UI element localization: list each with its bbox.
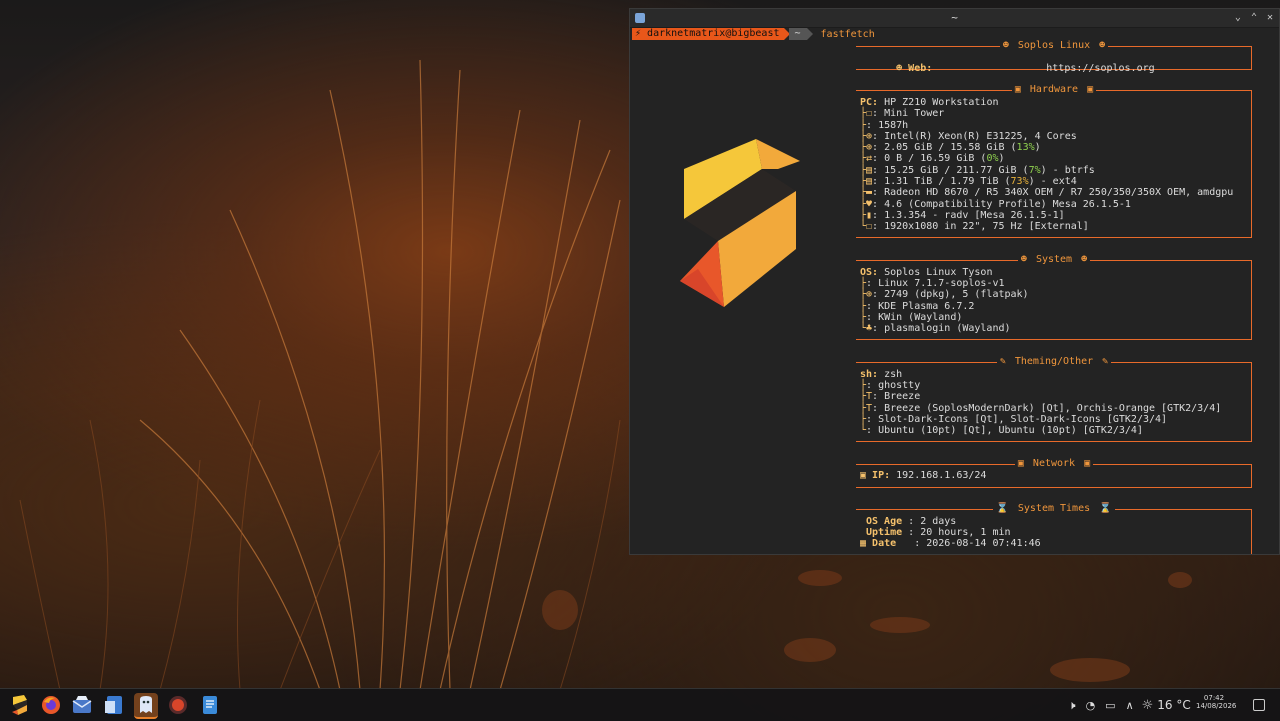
prompt-user: ⚡ darknetmatrix@bigbeast [632,28,784,40]
os-key: OS: [860,267,879,278]
calendar-icon: ▦ [860,538,873,549]
date-value: : 2026-08-14 07:41:46 [914,538,1041,549]
clock-date: 14/08/2026 [1196,702,1237,710]
section-soplos: ☻ Soplos Linux ☻ ☻ Web: https://soplos.or… [856,40,1252,74]
text-editor-icon[interactable] [198,693,222,717]
login-manager-value: : plasmalogin (Wayland) [872,323,1011,334]
weather-temperature[interactable]: 16 °C [1157,698,1190,712]
display-value: : 1920x1080 in 22", 75 Hz [External] [872,221,1089,232]
maximize-icon[interactable]: ⌃ [1251,12,1257,23]
show-desktop-icon[interactable] [1253,699,1265,711]
swap-percent: 0% [986,153,999,164]
web-key: Web: [908,63,933,75]
font-value: : Ubuntu (10pt) [Qt], Ubuntu (10pt) [GTK… [866,425,1143,436]
web-value[interactable]: https://soplos.org [1046,63,1154,74]
disk-root-fs: ) - btrfs [1040,165,1095,176]
opengl-value: : 4.6 (Compatibility Profile) Mesa 26.1.… [872,199,1131,210]
network-icon: ▣ [860,470,873,481]
terminal-window[interactable]: ~ ⌄ ⌃ ✕ ⚡ darknetmatrix@bigbeast ~ fastf… [629,8,1280,555]
theme-value: : Breeze (SoplosModernDark) [Qt], Orchis… [872,403,1222,414]
ghostty-terminal-icon[interactable] [134,693,158,719]
section-system: ☻ System ☻ OS: Soplos Linux Tyson ├: Lin… [856,254,1252,340]
memory-percent: 13% [1016,142,1035,153]
section-theming: ✎ Theming/Other ✎ sh: zsh ├: ghostty ├T:… [856,356,1252,442]
window-titlebar[interactable]: ~ ⌄ ⌃ ✕ [630,9,1279,28]
disk-root-percent: 7% [1028,165,1041,176]
soplos-logo [680,139,800,307]
prompt-command: fastfetch [820,28,875,40]
disk-data-percent: 73% [1010,176,1029,187]
chevron-up-icon[interactable]: ∧ [1126,699,1134,712]
swap-close: ) [998,153,1005,164]
kernel-value: : Linux 7.1.7-soplos-v1 [866,278,1005,289]
volume-icon[interactable]: 🕨 [1068,698,1076,713]
display-icon[interactable]: ▭ [1105,699,1115,712]
soplos-menu-icon[interactable] [8,693,32,717]
chassis-value: : Mini Tower [872,108,945,119]
firefox-icon[interactable] [39,693,63,717]
disk-data-value: : 1.31 TiB / 1.79 TiB ( [872,176,1011,187]
section-theming-header: ✎ Theming/Other ✎ [996,356,1112,367]
window-title: ~ [951,11,958,24]
globe-icon: ☻ [896,63,909,75]
uptime-value: : 20 hours, 1 min [908,527,1011,538]
section-times-header: ⌛ System Times ⌛ [993,503,1115,514]
taskbar: 🕨 ◔ ▭ ∧ ☼ 16 °C 07:42 14/08/2026 [0,688,1280,721]
shell-key: sh: [860,369,879,380]
os-age-key: OS Age [866,516,903,527]
ip-key: IP: [872,470,891,481]
swap-value: : 0 B / 16.59 GiB ( [872,153,987,164]
close-icon[interactable]: ✕ [1267,12,1273,23]
pc-key: PC: [860,97,879,108]
section-network: ▣ Network ▣ ▣ IP: 192.168.1.63/24 [856,458,1252,488]
weather-icon[interactable]: ☼ [1142,698,1154,713]
section-hardware-header: ▣ Hardware ▣ [1011,84,1097,95]
memory-value: : 2.05 GiB / 15.58 GiB ( [872,142,1017,153]
section-network-header: ▣ Network ▣ [1014,458,1094,469]
show-desktop[interactable] [1253,689,1265,721]
gpu-value: : Radeon HD 8670 / R5 340X OEM / R7 250/… [872,187,1234,198]
clipboard-icon[interactable]: ◔ [1086,699,1096,712]
chevron-down-icon[interactable]: ⌄ [1235,12,1241,23]
packages-value: : 2749 (dpkg), 5 (flatpak) [872,289,1029,300]
date-key: Date [872,538,897,549]
disk-data-fs: ) - ext4 [1028,176,1077,187]
vulkan-value: : 1.3.354 - radv [Mesa 26.1.5-1] [872,210,1065,221]
audio-player-icon[interactable] [166,693,190,717]
cpu-value: : Intel(R) Xeon(R) E31225, 4 Cores [872,131,1077,142]
clock-time: 07:42 [1203,694,1225,702]
section-times: ⌛ System Times ⌛ OS Age : 2 days Uptime … [856,503,1252,554]
wm-theme-value: : Breeze [872,391,921,402]
os-value: Soplos Linux Tyson [884,267,993,278]
shell-value: zsh [884,369,903,380]
prompt-dir: ~ [788,28,807,40]
system-tray: 🕨 ◔ ▭ ∧ ☼ 16 °C [1068,689,1191,721]
de-value: : KDE Plasma 6.7.2 [866,301,975,312]
shell-prompt: ⚡ darknetmatrix@bigbeast ~ fastfetch [632,28,875,40]
clock[interactable]: 07:42 14/08/2026 [1196,694,1237,710]
section-system-header: ☻ System ☻ [1017,254,1091,265]
power-hours-value: : 1587h [866,120,909,131]
mail-icon[interactable] [70,693,94,717]
wm-value: : KWin (Wayland) [866,312,963,323]
prompt-separator [806,28,813,40]
os-age-value: : 2 days [908,516,957,527]
disk-root-value: : 15.25 GiB / 211.77 GiB ( [872,165,1029,176]
ip-value: 192.168.1.63/24 [896,470,987,481]
icons-value: : Slot-Dark-Icons [Qt], Slot-Dark-Icons … [866,414,1168,425]
section-hardware: ▣ Hardware ▣ PC: HP Z210 Workstation ├☐:… [856,84,1252,238]
terminal-value: : ghostty [866,380,921,391]
file-manager-icon[interactable] [102,693,126,717]
section-soplos-header: ☻ Soplos Linux ☻ [999,40,1109,51]
memory-close: ) [1034,142,1041,153]
pc-value: HP Z210 Workstation [884,97,999,108]
uptime-key: Uptime [866,527,903,538]
